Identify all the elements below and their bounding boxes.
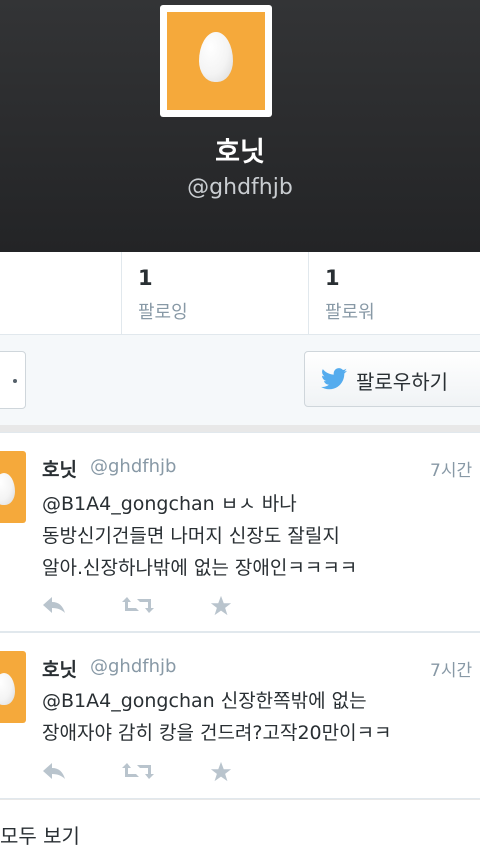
tweet-text: @B1A4_gongchan 신장한쪽밖에 없는 장애자야 감히 캉을 건드려?…: [42, 685, 480, 749]
profile-handle: @ghdfhjb: [187, 175, 293, 200]
tweet-author-name: 호닛: [42, 459, 77, 481]
tweet-item[interactable]: 호닛 @ghdfhjb 7시간 @B1A4_gongchan ㅂㅅ 바나 동방신…: [0, 432, 480, 632]
follow-button[interactable]: 팔로우하기: [304, 351, 480, 407]
followers-label: 팔로워: [325, 302, 375, 323]
tweet-text-line: 알아.신장하나밖에 없는 장애인ㅋㅋㅋㅋ: [42, 557, 358, 579]
tweet-item[interactable]: 호닛 @ghdfhjb 7시간 @B1A4_gongchan 신장한쪽밖에 없는…: [0, 632, 480, 799]
tweet-author-handle: @ghdfhjb: [90, 456, 177, 477]
reply-icon[interactable]: [42, 595, 66, 619]
twitter-bird-icon: [321, 368, 347, 394]
followers-count: 1: [325, 266, 340, 290]
following-label: 팔로잉: [138, 302, 188, 323]
retweet-icon[interactable]: [122, 761, 154, 785]
following-count: 1: [138, 266, 153, 290]
egg-avatar-icon: [167, 12, 265, 110]
favorite-icon[interactable]: [210, 595, 232, 621]
egg-avatar-icon[interactable]: [0, 451, 26, 523]
tweet-text-line: @B1A4_gongchan 신장한쪽밖에 없는: [42, 690, 367, 712]
tweet-author-handle: @ghdfhjb: [90, 656, 177, 677]
favorite-icon[interactable]: [210, 761, 232, 787]
profile-stats: 1 팔로잉 1 팔로워: [0, 252, 480, 335]
stat-followers[interactable]: 1 팔로워: [308, 252, 480, 334]
tweet-timestamp: 7시간: [430, 661, 473, 681]
profile-action-bar: 팔로우하기: [0, 335, 480, 425]
tweet-actions: [42, 595, 282, 619]
retweet-icon[interactable]: [122, 595, 154, 619]
egg-avatar-icon[interactable]: [0, 651, 26, 723]
more-options-button[interactable]: [0, 351, 26, 409]
stat-tweets[interactable]: [0, 252, 121, 334]
tweet-text-line: 장애자야 감히 캉을 건드려?고작20만이ㅋㅋ: [42, 722, 392, 744]
tweet-text-line: 동방신기건들면 나머지 신장도 잘릴지: [42, 525, 340, 547]
profile-header: 호닛 @ghdfhjb: [0, 0, 480, 252]
tweet-text-line: @B1A4_gongchan ㅂㅅ 바나: [42, 493, 297, 515]
reply-icon[interactable]: [42, 761, 66, 785]
see-all-label: 모두 보기: [0, 824, 80, 848]
tweet-actions: [42, 761, 282, 785]
tweet-timestamp: 7시간: [430, 461, 473, 481]
profile-avatar[interactable]: [160, 5, 272, 117]
tweet-author-name: 호닛: [42, 659, 77, 681]
profile-display-name: 호닛: [215, 137, 265, 168]
stat-following[interactable]: 1 팔로잉: [121, 252, 308, 334]
tweet-text: @B1A4_gongchan ㅂㅅ 바나 동방신기건들면 나머지 신장도 잘릴지…: [42, 488, 480, 584]
follow-button-label: 팔로우하기: [356, 370, 448, 394]
see-all-link[interactable]: 모두 보기: [0, 800, 480, 853]
